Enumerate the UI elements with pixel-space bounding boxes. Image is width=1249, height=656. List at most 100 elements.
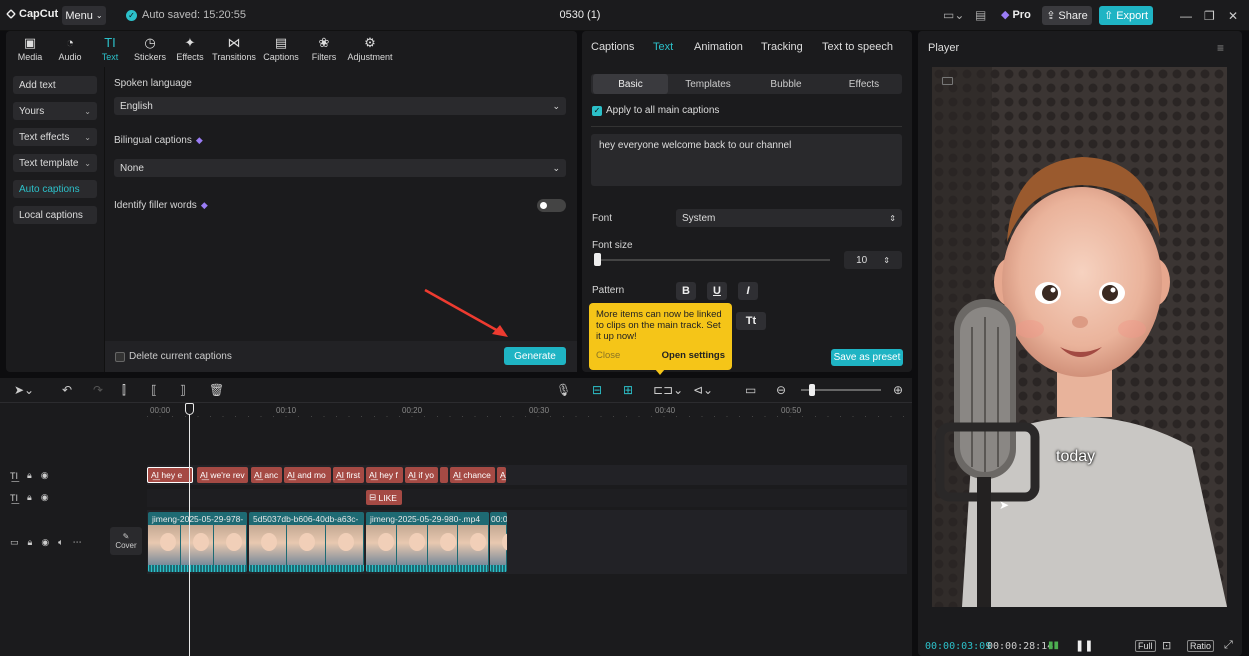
font-size-slider[interactable]	[594, 259, 830, 261]
video-clip[interactable]: 00:0	[490, 512, 507, 572]
apply-all-option[interactable]: ✓ Apply to all main captions	[592, 105, 719, 116]
eye-icon[interactable]: ◉	[41, 470, 49, 481]
caption-clip[interactable]: A͟I if yo	[405, 467, 438, 483]
bold-button[interactable]: B	[676, 282, 696, 300]
tool-stickers[interactable]: ◷ Stickers	[130, 31, 170, 67]
split-right-icon[interactable]: ⟧	[180, 383, 186, 397]
delete-icon[interactable]: 🗑	[209, 383, 224, 397]
tool-transitions[interactable]: ⋈ Transitions	[210, 31, 258, 67]
delete-captions-option[interactable]: Delete current captions	[115, 351, 232, 362]
subtab-bubble[interactable]: Bubble	[748, 74, 824, 94]
menu-button[interactable]: Menu ⌄	[62, 6, 106, 25]
sidebar-item-text-template[interactable]: Text template ⌄	[13, 154, 97, 172]
playhead[interactable]	[189, 404, 190, 656]
linkage-icon[interactable]: ⊏⊐⌄	[653, 383, 683, 397]
eye-icon[interactable]: ◉	[41, 537, 49, 548]
caption-clip[interactable]: A͟I first	[333, 467, 364, 483]
tool-media[interactable]: ▣ Media	[10, 31, 50, 67]
subtab-effects[interactable]: Effects	[826, 74, 902, 94]
undo-icon[interactable]: ↶	[62, 383, 72, 397]
layout-icon[interactable]: ▭⌄	[943, 8, 964, 22]
select-tool-icon[interactable]: ➤⌄	[14, 383, 34, 397]
font-size-input[interactable]: 10 ⇕	[844, 251, 902, 269]
caption-clip[interactable]: A͟I and mo	[284, 467, 331, 483]
zoom-slider-handle[interactable]	[809, 384, 815, 396]
fullscreen-button[interactable]: Full	[1135, 640, 1156, 652]
video-clip[interactable]: jimeng-2025-05-29-978-	[148, 512, 247, 572]
zoom-fit-icon[interactable]: ⊡	[1162, 639, 1171, 652]
more-icon[interactable]: ⋯	[73, 537, 82, 548]
cover-button[interactable]: ✎ Cover	[110, 527, 142, 555]
caption-clip[interactable]: A͟I hey e	[147, 467, 193, 483]
pause-icon[interactable]: ❚❚	[1075, 639, 1093, 652]
tool-captions[interactable]: ▤ Captions	[258, 31, 304, 67]
tab-tracking[interactable]: Tracking	[761, 41, 803, 53]
eye-icon[interactable]: ◉	[41, 492, 49, 503]
filler-words-toggle[interactable]	[537, 199, 566, 212]
tool-audio[interactable]: ◔ Audio	[50, 31, 90, 67]
caption-clip[interactable]: A͟I	[497, 467, 506, 483]
zoom-in-icon[interactable]: ⊕	[893, 383, 903, 397]
lock-icon[interactable]: 🔒︎	[27, 470, 32, 481]
ratio-button[interactable]: Ratio	[1187, 640, 1215, 652]
preview-axis-icon[interactable]: ⊲⌄	[693, 383, 713, 397]
playhead-handle[interactable]	[185, 403, 194, 415]
split-icon[interactable]: ⫿	[122, 383, 126, 398]
subtab-basic[interactable]: Basic	[593, 74, 668, 94]
apply-all-checkbox[interactable]: ✓	[592, 105, 602, 116]
split-left-icon[interactable]: ⟦	[151, 383, 157, 397]
case-button[interactable]: Tt	[736, 312, 766, 330]
sidebar-item-yours[interactable]: Yours ⌄	[13, 102, 97, 120]
tab-text[interactable]: Text	[653, 41, 673, 53]
video-preview[interactable]	[932, 67, 1227, 607]
sidebar-item-text-effects[interactable]: Text effects ⌄	[13, 128, 97, 146]
auto-snap-icon[interactable]: ⊞	[623, 383, 633, 397]
sidebar-item-add-text[interactable]: Add text	[13, 76, 97, 94]
bilingual-captions-select[interactable]: None ⌄	[114, 159, 566, 177]
generate-button[interactable]: Generate	[504, 347, 566, 365]
caption-overlay[interactable]: today	[1056, 448, 1095, 466]
shortcuts-icon[interactable]: ▤	[975, 8, 986, 22]
delete-captions-checkbox[interactable]	[115, 351, 125, 362]
export-button[interactable]: ⇧ Export	[1099, 6, 1153, 25]
subtab-templates[interactable]: Templates	[670, 74, 746, 94]
main-track-magnet-icon[interactable]: ⊟	[592, 383, 602, 397]
sidebar-item-local-captions[interactable]: Local captions	[13, 206, 97, 224]
save-preset-button[interactable]: Save as preset	[831, 349, 903, 366]
caption-clip[interactable]	[440, 467, 448, 483]
sticker-clip[interactable]: ⊟ LIKE	[366, 490, 402, 505]
screen-icon[interactable]: ▭	[745, 383, 756, 397]
microphone-icon[interactable]: 🎙	[556, 383, 571, 397]
redo-icon[interactable]: ↷	[93, 383, 103, 397]
tab-animation[interactable]: Animation	[694, 41, 743, 53]
caption-clip[interactable]: A͟I hey f	[366, 467, 403, 483]
restore-icon[interactable]: ❐	[1204, 9, 1215, 23]
tab-captions[interactable]: Captions	[591, 41, 634, 53]
share-button[interactable]: ⇪ Share	[1042, 6, 1092, 25]
minimize-icon[interactable]: —	[1180, 9, 1192, 23]
lock-icon[interactable]: 🔒︎	[27, 492, 32, 503]
tool-filters[interactable]: ❀ Filters	[304, 31, 344, 67]
caption-clip[interactable]: A͟I anc	[251, 467, 282, 483]
video-clip[interactable]: jimeng-2025-05-29-980-.mp4	[366, 512, 489, 572]
tool-effects[interactable]: ✦ Effects	[170, 31, 210, 67]
caption-text-input[interactable]: hey everyone welcome back to our channel	[591, 134, 902, 186]
volume-icon[interactable]: 🔈︎	[58, 537, 63, 548]
lock-icon[interactable]: 🔒︎	[28, 537, 33, 548]
caption-clip[interactable]: A͟I chance	[450, 467, 495, 483]
player-menu-icon[interactable]: ≡	[1217, 41, 1224, 55]
video-clip[interactable]: 5d5037db-b606-40db-a63c-	[249, 512, 364, 572]
italic-button[interactable]: I	[738, 282, 758, 300]
tab-text-to-speech[interactable]: Text to speech	[822, 41, 893, 53]
underline-button[interactable]: U	[707, 282, 727, 300]
font-select[interactable]: System ⇕	[676, 209, 902, 227]
spoken-language-select[interactable]: English ⌄	[114, 97, 566, 115]
tooltip-close-button[interactable]: Close	[596, 350, 620, 361]
close-icon[interactable]: ✕	[1228, 9, 1238, 23]
zoom-out-icon[interactable]: ⊖	[776, 383, 786, 397]
font-size-slider-handle[interactable]	[594, 253, 601, 266]
project-title[interactable]: 0530 (1)	[540, 9, 620, 21]
tooltip-open-settings-button[interactable]: Open settings	[662, 350, 725, 361]
expand-icon[interactable]: ⤢	[1224, 639, 1233, 652]
tool-text[interactable]: TI Text	[90, 31, 130, 67]
